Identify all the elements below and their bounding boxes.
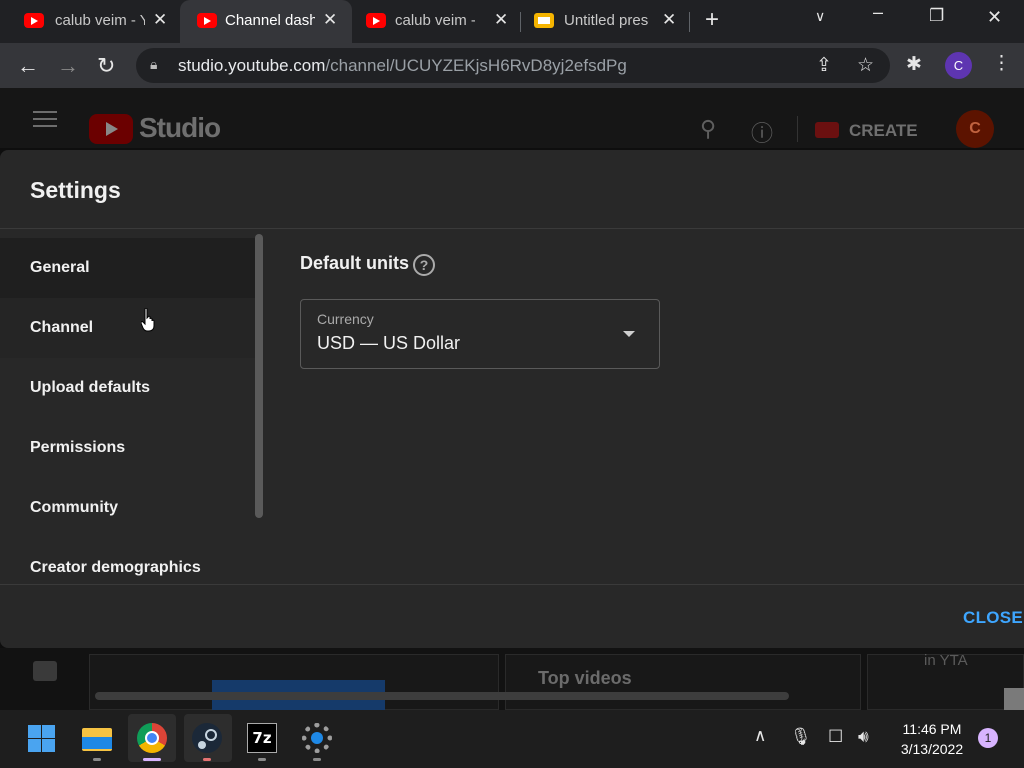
url-host: studio.youtube.com <box>178 56 326 75</box>
close-tab-icon[interactable]: ✕ <box>153 10 167 30</box>
tab-title: calub veim - YouTube <box>395 12 475 29</box>
app-indicator <box>93 758 101 761</box>
in-yta-text: in YTA <box>924 652 968 669</box>
tab-title: Channel dashboard <box>225 12 315 29</box>
app-indicator <box>203 758 211 761</box>
nav-item-label: Permissions <box>30 439 126 456</box>
browser-tab-4[interactable]: Untitled presentation ✕ <box>521 0 689 43</box>
dashboard-background: Top videos in YTA <box>0 648 1024 710</box>
browser-menu-icon[interactable]: ⋮ <box>992 52 1011 75</box>
nav-item-label: Channel <box>30 319 94 336</box>
youtube-icon <box>366 13 386 28</box>
forward-icon[interactable]: → <box>57 53 79 79</box>
default-units-heading: Default units <box>300 253 410 273</box>
browser-tab-1[interactable]: calub veim - YouTube ✕ <box>0 0 178 43</box>
url-path: /channel/UCUYZEKjsH6RvD8yj2efsdPg <box>325 56 627 75</box>
studio-logo-text: Studio <box>139 112 221 143</box>
youtube-icon <box>197 13 217 28</box>
lock-icon[interactable]: 🔒︎ <box>150 56 157 73</box>
nav-item-upload-defaults[interactable]: Upload defaults <box>0 358 256 418</box>
currency-select[interactable]: Currency USD — US Dollar <box>300 299 660 369</box>
new-tab-icon[interactable]: + <box>705 6 719 34</box>
top-videos-heading: Top videos <box>538 668 632 688</box>
header-divider <box>797 116 798 142</box>
close-window-icon[interactable]: ✕ <box>987 7 1002 28</box>
steam-icon[interactable] <box>192 723 222 753</box>
browser-toolbar: ← → ↻ 🔒︎ studio.youtube.com/channel/UCUY… <box>0 43 1024 88</box>
currency-value: USD — US Dollar <box>317 333 461 353</box>
restore-icon[interactable]: ❐ <box>929 6 944 26</box>
address-bar[interactable]: 🔒︎ studio.youtube.com/channel/UCUYZEKjsH… <box>136 48 890 83</box>
close-tab-icon[interactable]: ✕ <box>494 10 508 30</box>
nav-item-channel[interactable]: Channel <box>0 298 256 358</box>
nav-item-general[interactable]: General <box>0 238 256 298</box>
bookmark-star-icon[interactable]: ☆ <box>857 54 874 77</box>
close-tab-icon[interactable]: ✕ <box>323 10 337 30</box>
browser-tab-strip: calub veim - YouTube ✕ Channel dashboard… <box>0 0 1024 43</box>
scroll-corner <box>1004 688 1024 710</box>
divider <box>0 584 1024 585</box>
clock-time: 11:46 PM <box>902 721 962 737</box>
extensions-icon[interactable]: ✱ <box>906 53 922 76</box>
dropdown-arrow-icon <box>623 331 635 337</box>
windows-taskbar: 7z ∧ 🎙︎ ☐ 🔊︎ 11:46 PM 3/13/2022 1 <box>0 710 1024 768</box>
nav-item-label: Upload defaults <box>30 379 151 396</box>
microphone-icon[interactable]: 🎙︎ <box>790 727 812 747</box>
reload-icon[interactable]: ↻ <box>97 53 115 79</box>
close-tab-icon[interactable]: ✕ <box>662 10 676 30</box>
nav-item-label: Creator demographics <box>30 559 201 576</box>
horizontal-scrollbar[interactable] <box>95 692 789 700</box>
notification-badge[interactable]: 1 <box>978 728 998 748</box>
nav-item-creator-demographics[interactable]: Creator demographics <box>0 538 256 584</box>
minimize-icon[interactable]: – <box>873 2 883 23</box>
settings-nav: General Channel Upload defaults Permissi… <box>0 238 268 584</box>
system-clock[interactable]: 11:46 PM 3/13/2022 <box>892 719 972 759</box>
nav-scrollbar[interactable] <box>255 234 263 518</box>
file-explorer-icon[interactable] <box>81 723 112 753</box>
close-button[interactable]: CLOSE <box>963 608 1023 628</box>
slides-icon <box>534 13 554 28</box>
network-icon[interactable]: ☐ <box>828 727 843 747</box>
account-avatar[interactable]: C <box>956 110 994 148</box>
tab-search-icon[interactable]: ∨ <box>815 8 825 25</box>
browser-tab-2[interactable]: Channel dashboard ✕ <box>180 0 352 43</box>
hamburger-menu-icon[interactable] <box>33 118 57 120</box>
nav-item-community[interactable]: Community <box>0 478 256 538</box>
hand-cursor-icon <box>141 308 155 332</box>
divider <box>0 228 1024 229</box>
nav-item-label: Community <box>30 499 118 516</box>
tab-title: calub veim - YouTube <box>55 12 145 29</box>
settings-dialog: Settings General Channel Upload defaults… <box>0 150 1024 648</box>
share-icon[interactable]: ⇪ <box>816 54 832 77</box>
back-icon[interactable]: ← <box>17 53 39 79</box>
help-icon[interactable]: ⓘ <box>751 116 773 148</box>
windows-start-icon[interactable] <box>26 723 56 753</box>
volume-icon[interactable]: 🔊︎ <box>858 727 869 747</box>
browser-tab-3[interactable]: calub veim - YouTube ✕ <box>352 0 520 43</box>
tab-title: Untitled presentation <box>564 12 649 29</box>
youtube-logo-icon <box>89 114 133 144</box>
create-button[interactable]: CREATE <box>849 121 918 141</box>
create-video-icon[interactable] <box>815 122 839 138</box>
app-indicator <box>313 758 321 761</box>
studio-header: Studio ⚲ ⓘ CREATE C <box>0 88 1024 148</box>
app-indicator-active <box>143 758 161 761</box>
nav-item-label: General <box>30 259 90 276</box>
help-icon[interactable]: ? <box>413 254 435 276</box>
profile-avatar[interactable]: C <box>945 52 972 79</box>
chrome-icon[interactable] <box>137 723 167 753</box>
dialog-title: Settings <box>30 177 121 203</box>
settings-gear-icon[interactable] <box>302 723 332 753</box>
7zip-icon[interactable]: 7z <box>247 723 277 753</box>
nav-item-permissions[interactable]: Permissions <box>0 418 256 478</box>
search-icon[interactable]: ⚲ <box>700 116 716 142</box>
url-text: studio.youtube.com/channel/UCUYZEKjsH6Rv… <box>178 56 627 76</box>
show-hidden-icons[interactable]: ∧ <box>754 726 766 746</box>
youtube-icon <box>24 13 44 28</box>
clock-date: 3/13/2022 <box>900 741 964 757</box>
currency-label: Currency <box>317 311 374 327</box>
feedback-icon[interactable] <box>33 661 57 681</box>
app-indicator <box>258 758 266 761</box>
tab-separator <box>689 12 690 32</box>
